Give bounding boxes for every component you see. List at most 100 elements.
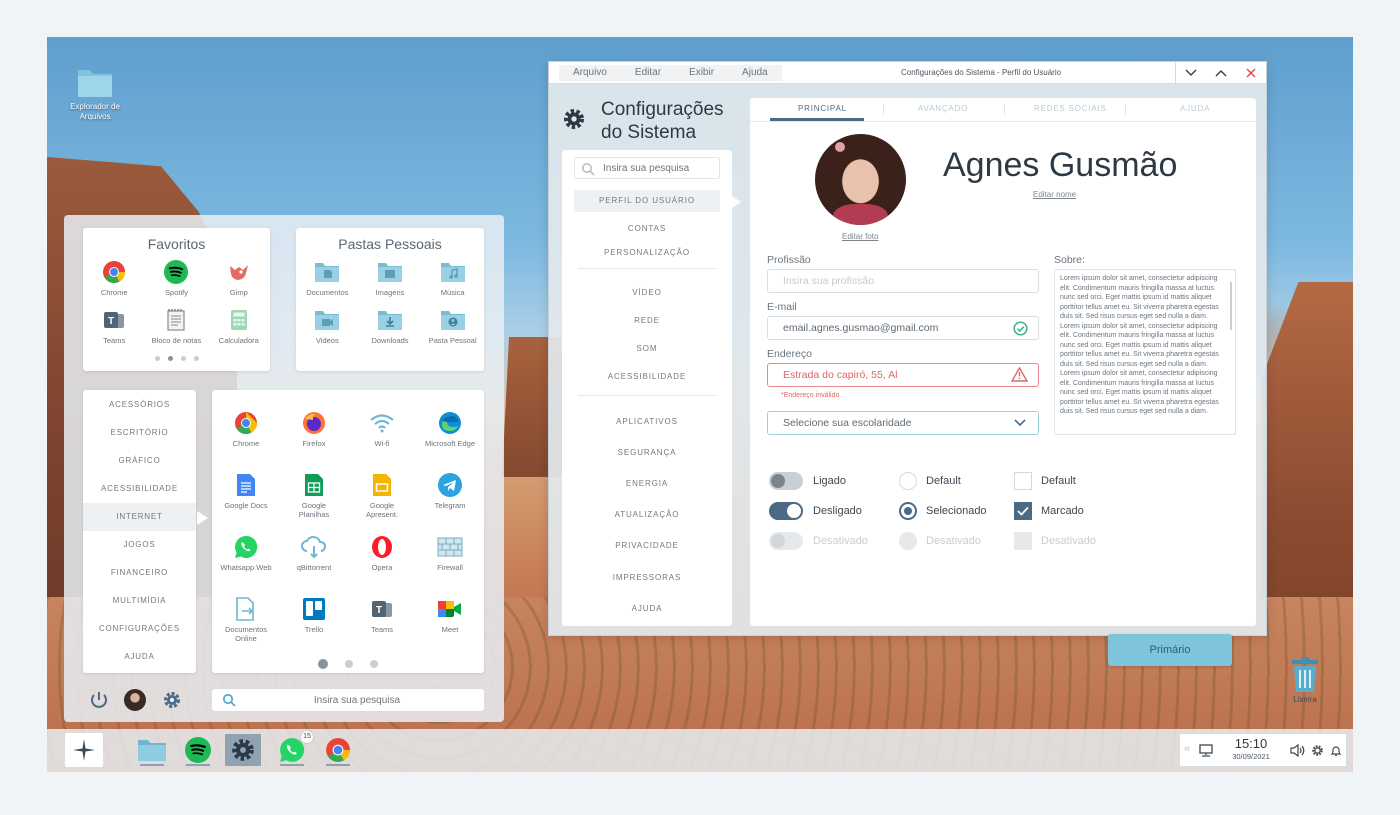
folder-images[interactable]: Imagens (359, 259, 422, 297)
email-input[interactable]: email.agnes.gusmao@gmail.com (767, 316, 1039, 340)
folder-personal[interactable]: Pasta Pessoal (421, 307, 484, 345)
bell-icon[interactable] (1330, 744, 1342, 757)
tab-principal[interactable]: PRINCIPAL (798, 104, 847, 113)
launcher-app[interactable]: Firewall (416, 534, 484, 585)
checkbox-default-row[interactable]: Default (1014, 472, 1076, 490)
category-item[interactable]: FINANCEIRO (83, 559, 196, 587)
checkbox[interactable] (1014, 472, 1032, 490)
folder-videos[interactable]: Videos (296, 307, 359, 345)
toggle-switch[interactable] (769, 472, 803, 490)
menu-editar[interactable]: Editar (621, 65, 675, 81)
launcher-app[interactable]: Microsoft Edge (416, 410, 484, 461)
settings-search[interactable] (574, 157, 720, 179)
about-textarea[interactable]: Lorem ipsum dolor sit amet, consectetur … (1054, 269, 1236, 435)
fav-app-teams[interactable]: T Teams (83, 307, 145, 345)
toggle-switch[interactable] (769, 502, 803, 520)
user-avatar[interactable] (124, 689, 146, 711)
page-dot[interactable] (193, 356, 199, 361)
tab-redes-sociais[interactable]: REDES SOCIAIS (1034, 104, 1107, 113)
address-input[interactable]: Estrada do capiró, 55, Al (767, 363, 1039, 387)
volume-icon[interactable] (1290, 744, 1305, 757)
launcher-app[interactable]: Chrome (212, 410, 280, 461)
folder-downloads[interactable]: Downloads (359, 307, 422, 345)
sidebar-item-network[interactable]: REDE (562, 316, 732, 325)
sidebar-item-accessibility[interactable]: ACESSIBILIDADE (562, 372, 732, 381)
sidebar-item-help[interactable]: AJUDA (562, 604, 732, 613)
launcher-app[interactable]: Google Apresent. (348, 472, 416, 523)
folder-documents[interactable]: Documentos (296, 259, 359, 297)
category-item[interactable]: MULTIMÍDIA (83, 587, 196, 615)
category-item[interactable]: JOGOS (83, 531, 196, 559)
edit-photo-link[interactable]: Editar foto (842, 232, 878, 241)
category-item[interactable]: ACESSIBILIDADE (83, 475, 196, 503)
radio-button[interactable] (899, 502, 917, 520)
checkbox[interactable] (1014, 502, 1032, 520)
launcher-app[interactable]: Telegram (416, 472, 484, 523)
toggle-on-row[interactable]: Ligado (769, 472, 846, 490)
edit-name-link[interactable]: Editar nome (1033, 190, 1076, 199)
sidebar-item-security[interactable]: SEGURANÇA (562, 448, 732, 457)
taskbar-chrome[interactable] (320, 734, 356, 766)
launcher-app[interactable]: Meet (416, 596, 484, 647)
chevron-left-icon[interactable]: « (1184, 743, 1190, 755)
page-dot[interactable] (318, 659, 328, 669)
sidebar-item-update[interactable]: ATUALIZAÇÃO (562, 510, 732, 519)
category-item[interactable]: AJUDA (83, 643, 196, 671)
category-item[interactable]: ACESSÓRIOS (83, 391, 196, 419)
fav-app-gimp[interactable]: Gimp (208, 259, 270, 297)
sidebar-item-accounts[interactable]: CONTAS (562, 224, 732, 233)
folder-music[interactable]: Música (421, 259, 484, 297)
page-dot[interactable] (167, 356, 173, 361)
profession-input[interactable]: Insira sua profissão (767, 269, 1039, 293)
page-dot[interactable] (180, 356, 186, 361)
scrollbar[interactable] (1230, 282, 1232, 330)
profile-photo[interactable] (815, 134, 906, 225)
launcher-app[interactable]: Opera (348, 534, 416, 585)
checkbox-checked-row[interactable]: Marcado (1014, 502, 1084, 520)
launcher-app[interactable]: Whatsapp Web (212, 534, 280, 585)
gear-icon[interactable] (1311, 744, 1324, 757)
launcher-app[interactable]: Documentos Online (212, 596, 280, 647)
toggle-off-row[interactable]: Desligado (769, 502, 862, 520)
taskbar-whatsapp[interactable]: 15 (274, 730, 314, 766)
page-dot[interactable] (370, 660, 378, 668)
sidebar-item-user-profile[interactable]: PERFIL DO USUÁRIO (574, 190, 720, 212)
radio-button[interactable] (899, 472, 917, 490)
menu-exibir[interactable]: Exibir (675, 65, 728, 81)
launcher-app[interactable]: Trello (280, 596, 348, 647)
settings-button[interactable] (161, 689, 183, 711)
category-item[interactable]: ESCRITÓRIO (83, 419, 196, 447)
menu-ajuda[interactable]: Ajuda (728, 65, 782, 81)
radio-selected-row[interactable]: Selecionado (899, 502, 987, 520)
launcher-app[interactable]: Google Docs (212, 472, 280, 523)
maximize-button[interactable] (1206, 62, 1236, 84)
radio-default-row[interactable]: Default (899, 472, 961, 490)
taskbar-spotify[interactable] (180, 734, 216, 766)
launcher-search[interactable] (212, 689, 484, 711)
category-item[interactable]: INTERNET (83, 503, 196, 531)
start-button[interactable] (65, 733, 103, 767)
clock[interactable]: 15:10 30/09/2021 (1222, 736, 1280, 761)
desktop-trash-icon[interactable]: Lixeira (1285, 657, 1325, 705)
sidebar-item-personalization[interactable]: PERSONALIZAÇÃO (562, 248, 732, 257)
education-select[interactable]: Selecione sua escolaridade (767, 411, 1039, 435)
power-button[interactable] (88, 689, 110, 711)
sidebar-item-printers[interactable]: IMPRESSORAS (562, 573, 732, 582)
close-button[interactable] (1236, 62, 1266, 84)
fav-app-notepad[interactable]: Bloco de notas (145, 307, 207, 345)
launcher-search-input[interactable] (242, 692, 472, 708)
sidebar-item-energy[interactable]: ENERGIA (562, 479, 732, 488)
sidebar-item-sound[interactable]: SOM (562, 344, 732, 353)
desktop-file-explorer-icon[interactable]: Explorador de Arquivos (65, 65, 125, 122)
launcher-app[interactable]: T Teams (348, 596, 416, 647)
fav-app-spotify[interactable]: Spotify (145, 259, 207, 297)
tab-avancado[interactable]: AVANÇADO (918, 104, 968, 113)
taskbar-file-explorer[interactable] (134, 734, 170, 766)
launcher-app[interactable]: Google Planilhas (280, 472, 348, 523)
sidebar-item-apps[interactable]: APLICATIVOS (562, 417, 732, 426)
menu-arquivo[interactable]: Arquivo (559, 65, 621, 81)
category-item[interactable]: CONFIGURAÇÕES (83, 615, 196, 643)
tab-ajuda[interactable]: AJUDA (1180, 104, 1210, 113)
launcher-app[interactable]: qBittorrent (280, 534, 348, 585)
taskbar-settings[interactable] (225, 734, 261, 766)
